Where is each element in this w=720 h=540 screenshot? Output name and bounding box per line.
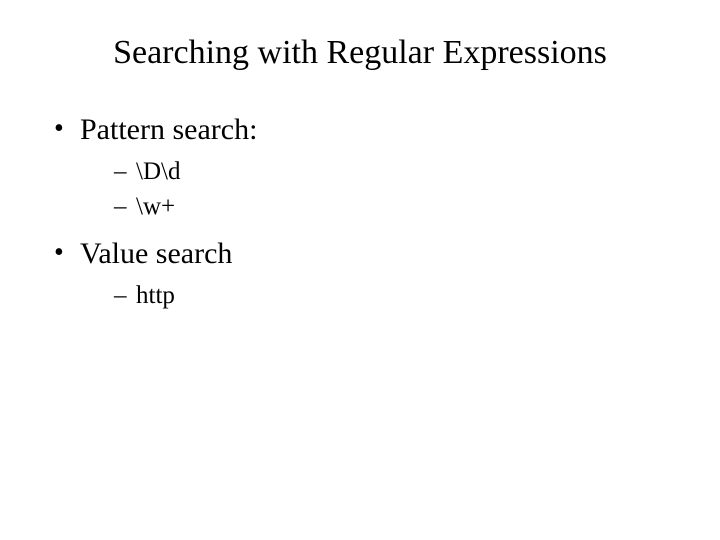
sub-list: http [80, 279, 666, 313]
bullet-label: Pattern search: [80, 113, 257, 146]
sub-bullet-label: \D\d [136, 158, 180, 185]
slide: Searching with Regular Expressions Patte… [0, 0, 720, 540]
list-item: Value search http [54, 234, 666, 312]
list-item: \w+ [114, 190, 666, 224]
bullet-label: Value search [80, 237, 232, 270]
list-item: \D\d [114, 155, 666, 189]
sub-bullet-label: http [136, 282, 175, 309]
list-item: Pattern search: \D\d \w+ [54, 110, 666, 224]
sub-list: \D\d \w+ [80, 155, 666, 225]
sub-bullet-label: \w+ [136, 193, 175, 220]
bullet-list: Pattern search: \D\d \w+ Value search ht… [54, 110, 666, 312]
slide-title: Searching with Regular Expressions [54, 34, 666, 72]
list-item: http [114, 279, 666, 313]
